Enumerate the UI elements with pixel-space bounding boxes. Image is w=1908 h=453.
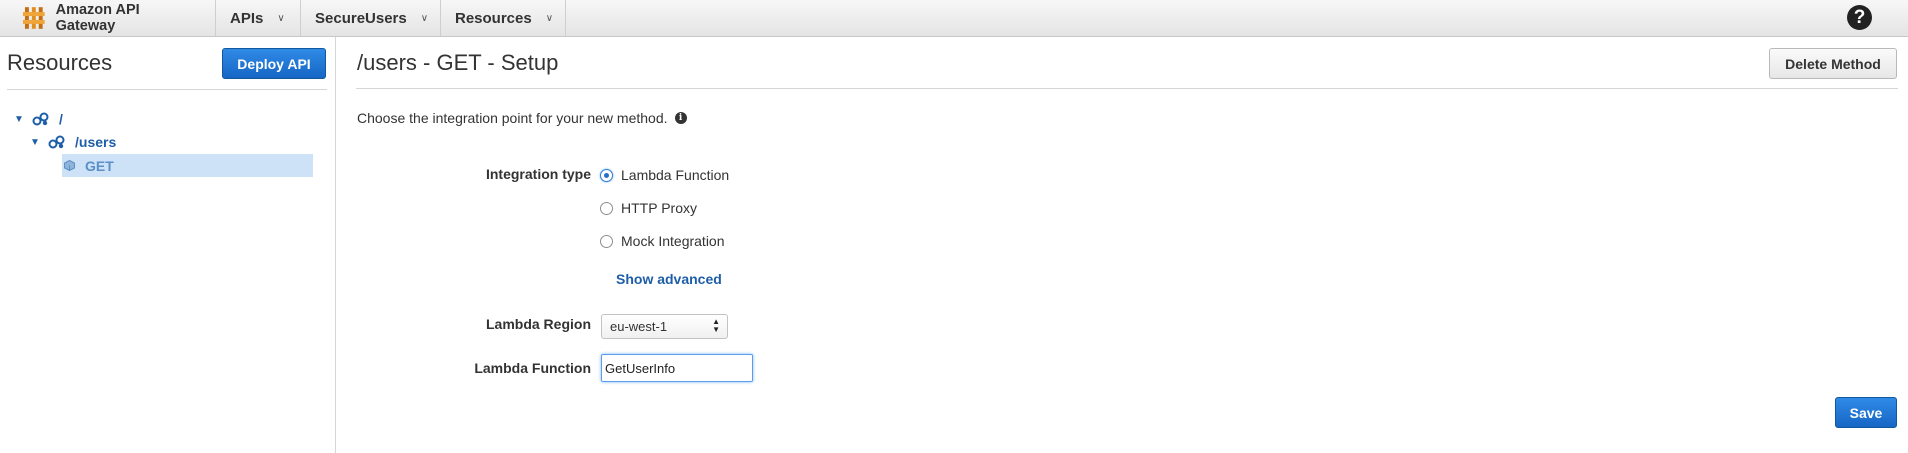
radio-http-proxy[interactable]: HTTP Proxy bbox=[600, 200, 697, 216]
resource-icon bbox=[48, 135, 65, 149]
deploy-api-button[interactable]: Deploy API bbox=[222, 48, 326, 79]
radio-button[interactable] bbox=[600, 168, 613, 182]
tree-item-users[interactable]: ▼ /users bbox=[30, 131, 116, 153]
radio-lambda-function[interactable]: Lambda Function bbox=[600, 167, 729, 183]
lambda-region-select[interactable]: eu-west-1 ▲ ▼ bbox=[601, 314, 728, 339]
secureusers-menu[interactable]: SecureUsers ∨ bbox=[301, 0, 441, 36]
tree-item-label: GET bbox=[85, 157, 114, 174]
method-icon bbox=[64, 160, 75, 171]
radio-label: Lambda Function bbox=[621, 167, 730, 183]
page-title: /users - GET - Setup bbox=[357, 50, 559, 75]
radio-label: Mock Integration bbox=[621, 233, 725, 249]
radio-button[interactable] bbox=[600, 201, 613, 215]
save-button[interactable]: Save bbox=[1835, 397, 1897, 428]
secureusers-menu-label: SecureUsers bbox=[315, 9, 407, 27]
intro-text: Choose the integration point for your ne… bbox=[357, 110, 687, 126]
region-value: eu-west-1 bbox=[610, 319, 668, 334]
info-icon[interactable]: i bbox=[674, 112, 687, 124]
lambda-function-input[interactable] bbox=[601, 354, 753, 382]
radio-label: HTTP Proxy bbox=[621, 200, 697, 216]
help-icon[interactable]: ? bbox=[1847, 5, 1872, 30]
radio-button[interactable] bbox=[600, 234, 613, 248]
divider bbox=[356, 88, 1898, 89]
brand-label: Amazon API Gateway bbox=[55, 2, 140, 34]
api-gateway-logo-icon bbox=[22, 7, 45, 29]
integration-type-label: Integration type bbox=[485, 166, 591, 182]
select-arrows-icon: ▲ ▼ bbox=[712, 317, 720, 334]
chevron-down-icon: ∨ bbox=[545, 12, 554, 24]
lambda-function-label: Lambda Function bbox=[474, 360, 591, 376]
delete-method-button[interactable]: Delete Method bbox=[1769, 48, 1897, 79]
lambda-region-label: Lambda Region bbox=[485, 316, 591, 332]
tree-item-root[interactable]: ▼ / bbox=[14, 108, 63, 130]
intro-label: Choose the integration point for your ne… bbox=[357, 110, 668, 126]
chevron-down-icon: ∨ bbox=[277, 12, 285, 24]
tree-item-label: / bbox=[59, 111, 63, 127]
resources-menu[interactable]: Resources ∨ bbox=[441, 0, 566, 36]
apis-menu[interactable]: APIs ∨ bbox=[216, 0, 301, 36]
resources-title: Resources bbox=[7, 50, 113, 75]
resources-panel: Resources Deploy API ▼ / ▼ /users GET bbox=[0, 37, 336, 453]
top-navigation-bar: Amazon API Gateway APIs ∨ SecureUsers ∨ … bbox=[0, 0, 1908, 37]
show-advanced-link[interactable]: Show advanced bbox=[616, 271, 722, 287]
brand-home-link[interactable]: Amazon API Gateway bbox=[0, 0, 216, 36]
resources-menu-label: Resources bbox=[455, 9, 532, 27]
chevron-down-icon: ∨ bbox=[420, 12, 429, 24]
divider bbox=[7, 89, 327, 90]
caret-down-icon[interactable]: ▼ bbox=[14, 114, 28, 125]
tree-item-get-method[interactable]: GET bbox=[62, 154, 313, 177]
caret-down-icon[interactable]: ▼ bbox=[30, 137, 44, 148]
resource-icon bbox=[32, 112, 49, 126]
apis-menu-label: APIs bbox=[230, 9, 264, 27]
radio-mock-integration[interactable]: Mock Integration bbox=[600, 233, 725, 249]
tree-item-label: /users bbox=[75, 134, 117, 150]
